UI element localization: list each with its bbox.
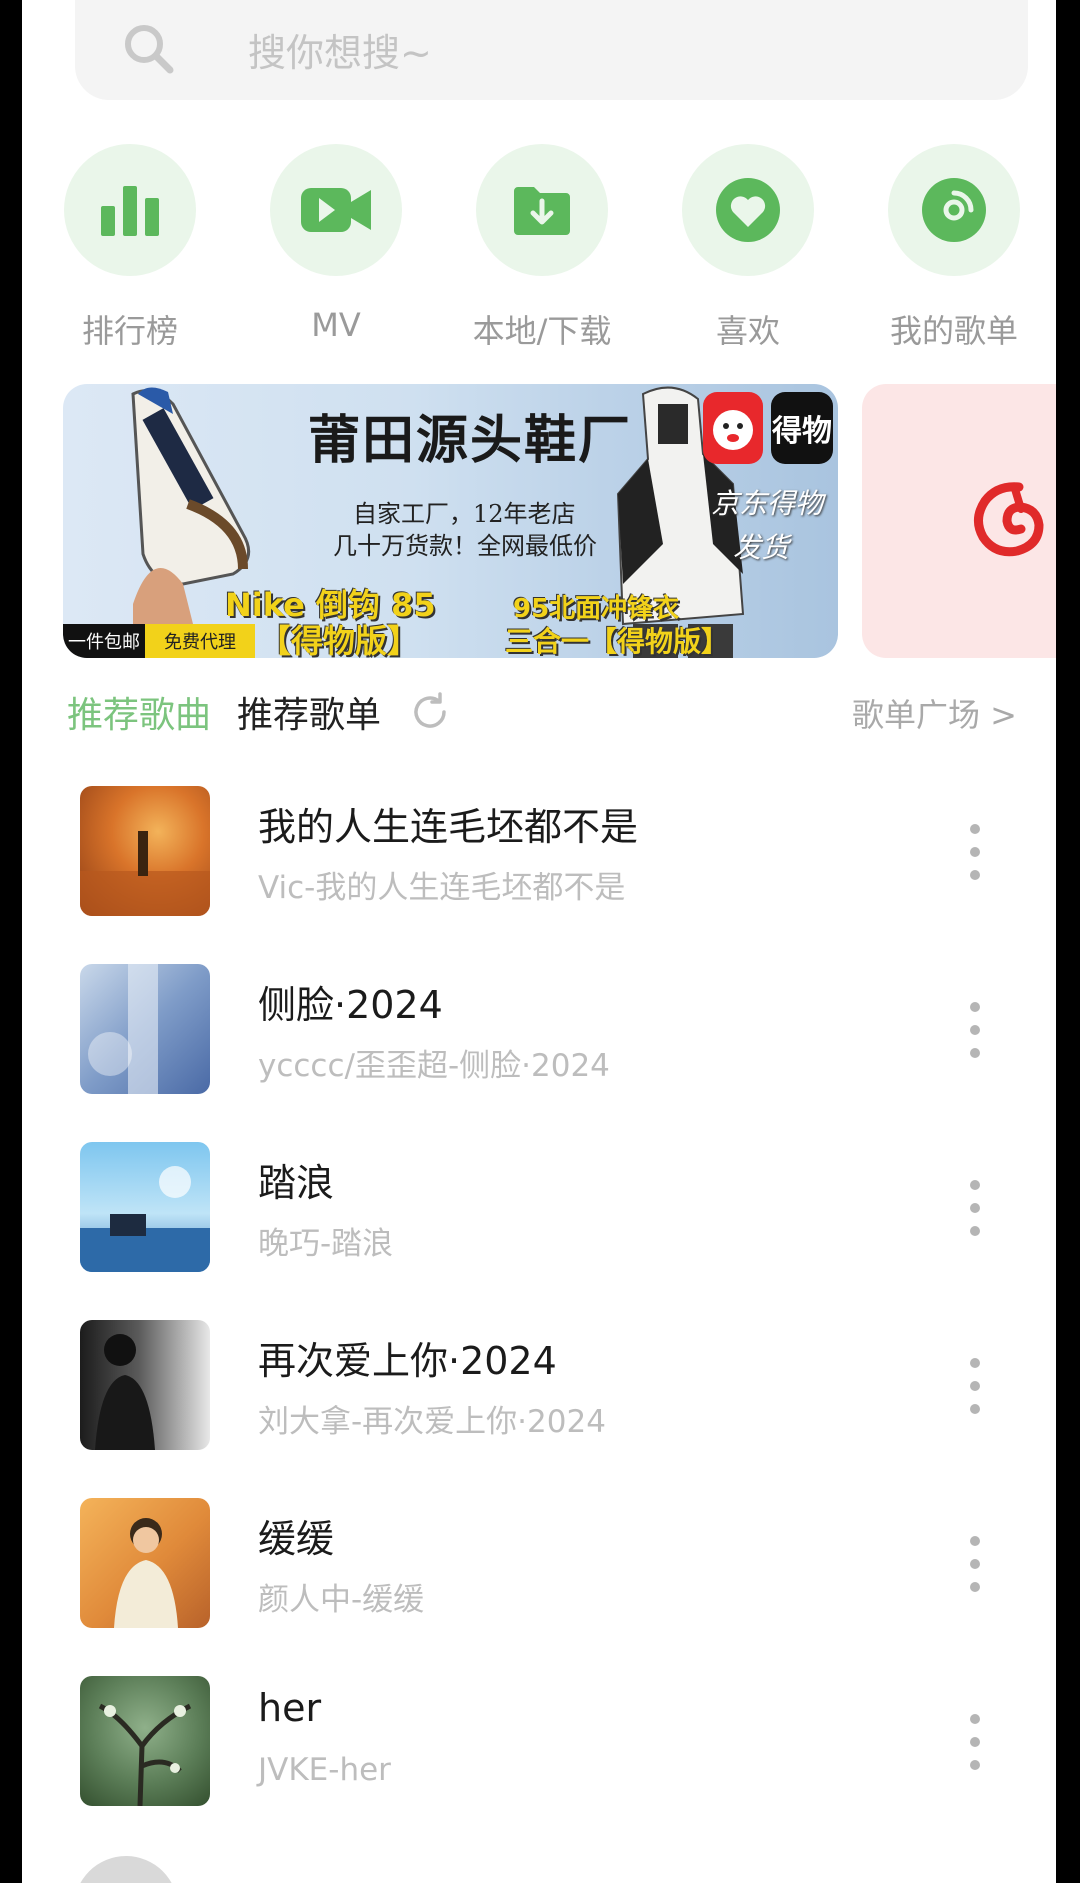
song-title: 侧脸·2024 bbox=[258, 983, 443, 1027]
song-title: 踏浪 bbox=[258, 1161, 335, 1205]
song-title: 再次爱上你·2024 bbox=[258, 1339, 557, 1383]
quick-label-my-playlists: 我的歌单 bbox=[889, 312, 1018, 350]
jd-app-icon bbox=[703, 392, 763, 464]
quick-mv[interactable]: MV bbox=[256, 144, 416, 344]
quick-ranking[interactable]: 排行榜 bbox=[50, 144, 210, 352]
dewu-app-icon: 得物 bbox=[771, 392, 833, 464]
app-screen: 搜你想搜~ 排行榜 MV 本地/下载 喜欢 我的歌单 莆田源头鞋厂 自家工厂，1… bbox=[22, 0, 1056, 1883]
song-row[interactable]: 我的人生连毛坯都不是 Vic-我的人生连毛坯都不是 bbox=[22, 786, 1056, 964]
quick-label-local-download: 本地/下载 bbox=[472, 312, 612, 350]
banner-title: 莆田源头鞋厂 bbox=[308, 411, 633, 471]
playlist-plaza-link[interactable]: 歌单广场 > bbox=[852, 690, 1017, 736]
song-subtitle: 颜人中-缓缓 bbox=[258, 1582, 425, 1618]
song-row[interactable]: 侧脸·2024 ycccc/歪歪超-侧脸·2024 bbox=[22, 964, 1056, 1142]
banner-jacket-sub: 三合一【得物版】 bbox=[505, 625, 730, 658]
refresh-icon[interactable] bbox=[408, 690, 452, 734]
song-title: 我的人生连毛坯都不是 bbox=[258, 805, 639, 849]
heart-icon bbox=[716, 178, 780, 242]
tab-recommended-playlists[interactable]: 推荐歌单 bbox=[237, 686, 381, 738]
quick-local-download[interactable]: 本地/下载 bbox=[462, 144, 622, 352]
banner-ship-text: 发货 bbox=[733, 531, 790, 564]
search-icon bbox=[125, 25, 174, 74]
more-options-icon[interactable] bbox=[968, 824, 982, 880]
quick-label-favorites: 喜欢 bbox=[715, 312, 780, 350]
banner-nike-sub: 【得物版】 bbox=[259, 622, 420, 658]
quick-my-playlists[interactable]: 我的歌单 bbox=[874, 144, 1034, 352]
song-subtitle: 刘大拿-再次爱上你·2024 bbox=[258, 1404, 606, 1440]
banner-tag-agent: 免费代理 bbox=[145, 624, 255, 658]
more-options-icon[interactable] bbox=[968, 1180, 982, 1236]
song-cover bbox=[80, 786, 210, 916]
song-cover bbox=[80, 964, 210, 1094]
playlist-disc-icon bbox=[922, 178, 986, 242]
banner-line1: 自家工厂，12年老店 bbox=[353, 500, 576, 528]
mini-player-cover[interactable] bbox=[74, 1856, 178, 1883]
netease-banner[interactable] bbox=[862, 384, 1056, 658]
song-cover bbox=[80, 1676, 210, 1806]
song-subtitle: Vic-我的人生连毛坯都不是 bbox=[258, 870, 626, 906]
song-subtitle: ycccc/歪歪超-侧脸·2024 bbox=[258, 1048, 610, 1084]
song-subtitle: JVKE-her bbox=[258, 1752, 391, 1788]
quick-label-ranking: 排行榜 bbox=[81, 312, 178, 350]
mv-icon-circle bbox=[270, 144, 402, 276]
download-icon-circle bbox=[476, 144, 608, 276]
song-subtitle: 晚巧-踏浪 bbox=[258, 1226, 394, 1262]
quick-label-mv: MV bbox=[311, 306, 361, 344]
download-folder-icon bbox=[514, 187, 570, 235]
more-options-icon[interactable] bbox=[968, 1536, 982, 1592]
banner-tag-free-shipping: 一件包邮 bbox=[63, 624, 145, 658]
song-row[interactable]: her JVKE-her bbox=[22, 1676, 1056, 1854]
favorites-icon-circle bbox=[682, 144, 814, 276]
more-options-icon[interactable] bbox=[968, 1714, 982, 1770]
ranking-icon-circle bbox=[64, 144, 196, 276]
netease-music-logo-icon bbox=[974, 482, 1044, 557]
tab-recommended-songs[interactable]: 推荐歌曲 bbox=[67, 686, 211, 738]
more-options-icon[interactable] bbox=[968, 1358, 982, 1414]
song-row[interactable]: 再次爱上你·2024 刘大拿-再次爱上你·2024 bbox=[22, 1320, 1056, 1498]
song-title: her bbox=[258, 1686, 322, 1730]
banner-line2: 几十万货款！全网最低价 bbox=[333, 532, 597, 560]
promo-banner[interactable]: 莆田源头鞋厂 自家工厂，12年老店 几十万货款！全网最低价 Nike 倒钩 85… bbox=[63, 384, 838, 658]
banner-jd-text: 京东得物 bbox=[711, 487, 824, 520]
song-cover bbox=[80, 1320, 210, 1450]
quick-favorites[interactable]: 喜欢 bbox=[668, 144, 828, 352]
song-cover bbox=[80, 1142, 210, 1272]
song-title: 缓缓 bbox=[258, 1517, 335, 1561]
search-bar[interactable]: 搜你想搜~ bbox=[75, 0, 1028, 100]
song-row[interactable]: 踏浪 晚巧-踏浪 bbox=[22, 1142, 1056, 1320]
video-camera-icon bbox=[301, 188, 371, 232]
song-cover bbox=[80, 1498, 210, 1628]
more-options-icon[interactable] bbox=[968, 1002, 982, 1058]
playlists-icon-circle bbox=[888, 144, 1020, 276]
bar-chart-icon bbox=[101, 186, 159, 236]
song-row[interactable]: 缓缓 颜人中-缓缓 bbox=[22, 1498, 1056, 1676]
search-placeholder: 搜你想搜~ bbox=[248, 31, 432, 75]
